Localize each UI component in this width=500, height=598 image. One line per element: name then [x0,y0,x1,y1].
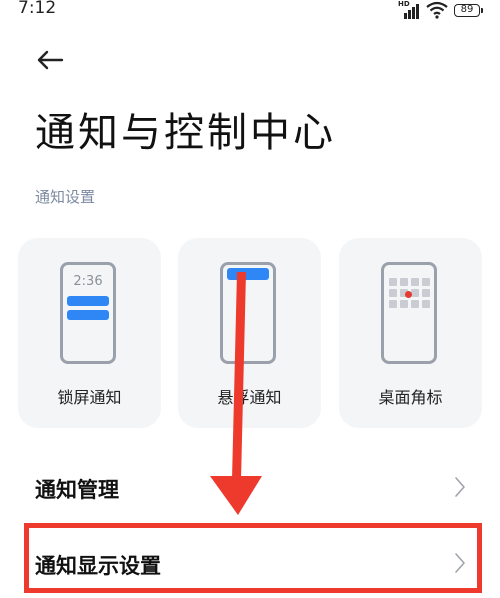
notification-bar [67,296,109,306]
card-lock-screen-notification[interactable]: 2:36 锁屏通知 [18,238,161,428]
card-label: 锁屏通知 [57,388,122,407]
phone-preview-icon [381,262,437,364]
status-icons: HD 89 [398,0,483,20]
annotation-highlight-box [24,523,482,593]
wifi-icon [426,1,448,19]
section-label: 通知设置 [35,188,96,206]
notification-bar [67,310,109,320]
floating-banner [227,268,269,280]
card-floating-notification[interactable]: 悬浮通知 [178,238,321,428]
preview-time: 2:36 [73,274,103,289]
card-label: 桌面角标 [378,388,443,407]
status-bar: 7:12 HD 89 [0,0,500,22]
phone-preview-icon: 2:36 [60,262,116,364]
phone-preview-icon [220,262,276,364]
page-title: 通知与控制中心 [35,110,336,156]
signal-icon: HD [398,0,420,19]
list-item-notification-management[interactable]: 通知管理 [0,452,500,522]
arrow-left-icon [37,50,64,70]
status-time: 7:12 [18,0,57,18]
back-button[interactable] [30,40,70,80]
list-item-label: 通知管理 [35,478,119,502]
card-desktop-badge[interactable]: 桌面角标 [339,238,482,428]
card-label: 悬浮通知 [217,388,282,407]
chevron-right-icon [455,477,465,497]
battery-icon: 89 [454,3,483,17]
badge-dot-icon [405,291,412,298]
